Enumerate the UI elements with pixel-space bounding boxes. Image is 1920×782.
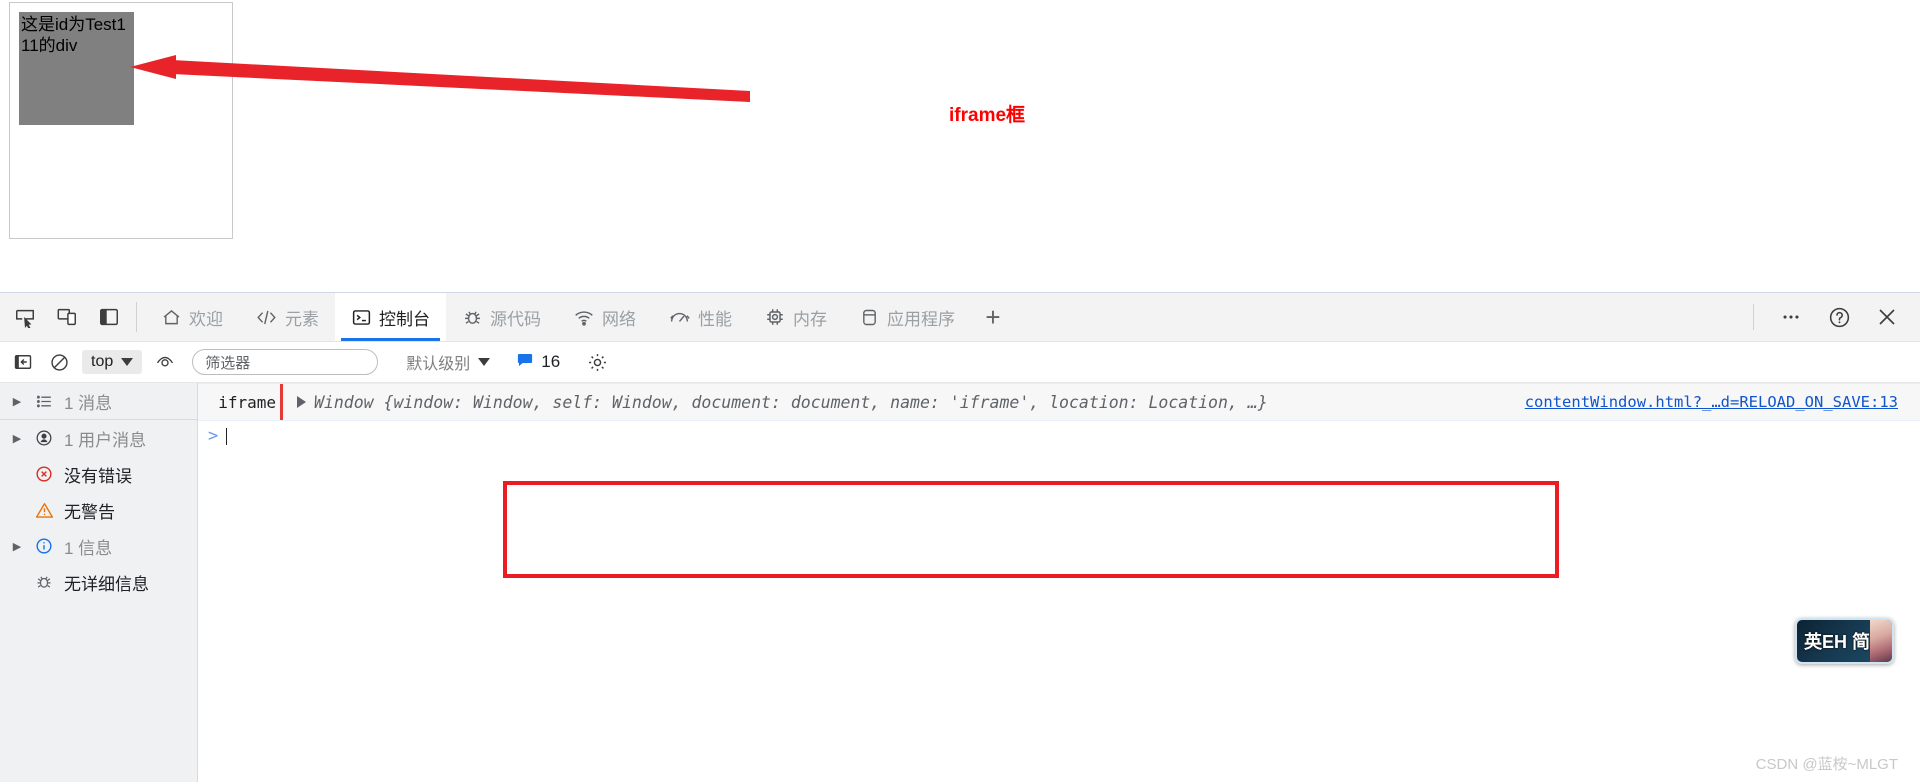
console-sidebar-toggle-icon[interactable] <box>10 349 36 375</box>
sidebar-item-label: 1 用户消息 <box>64 430 147 450</box>
console-sidebar: ▶ 1 消息 ▶ 1 用户消息 没有错误 无警告 ▶ 1 信息 无详细信息 <box>0 383 198 782</box>
disclosure-triangle-icon[interactable] <box>297 396 306 408</box>
tab-elements[interactable]: 元素 <box>239 293 335 341</box>
gear-icon[interactable] <box>584 349 610 375</box>
ime-indicator[interactable]: 英EH 简 <box>1795 618 1894 664</box>
list-icon <box>32 392 56 411</box>
gauge-icon <box>668 307 691 328</box>
devtools-tabbar: 欢迎 元素 控制台 源代码 网络 性能 内存 应用程序 + <box>0 293 1920 342</box>
object-class-name: Window <box>314 392 374 412</box>
source-location-link[interactable]: contentWindow.html?_…d=RELOAD_ON_SAVE:13 <box>1525 393 1898 411</box>
toolbar-divider <box>1753 304 1754 330</box>
tab-label: 元素 <box>285 309 319 329</box>
tab-label: 内存 <box>793 309 827 329</box>
console-toolbar: top 筛选器 默认级别 16 <box>0 342 1920 383</box>
object-properties-preview: {window: Window, self: Window, document:… <box>383 392 1268 412</box>
tab-sources[interactable]: 源代码 <box>446 293 557 341</box>
tab-performance[interactable]: 性能 <box>652 293 748 341</box>
rendered-page-area: 这是id为Test111的div iframe框 <box>0 0 1920 292</box>
message-bubble-icon <box>516 351 534 374</box>
tab-label: 控制台 <box>379 309 430 329</box>
message-count-badge[interactable]: 16 <box>516 351 560 374</box>
log-level-value: 默认级别 <box>406 356 471 373</box>
info-circle-icon <box>32 536 56 556</box>
test111-div: 这是id为Test111的div <box>19 12 134 125</box>
toolbar-divider <box>136 302 137 332</box>
text-cursor <box>226 427 228 445</box>
tab-welcome[interactable]: 欢迎 <box>145 293 239 341</box>
wifi-icon <box>573 307 595 328</box>
sidebar-item-verbose[interactable]: ▶ 无详细信息 <box>0 564 197 600</box>
tab-label: 源代码 <box>490 309 541 329</box>
execution-context-select[interactable]: top <box>82 350 143 374</box>
highlight-annotation-box <box>503 481 1559 578</box>
annotation-label: iframe框 <box>949 105 1026 126</box>
filter-input[interactable]: 筛选器 <box>192 349 379 375</box>
devtools-left-tools <box>0 293 132 341</box>
more-options-icon[interactable] <box>1776 302 1806 332</box>
log-level-select[interactable]: 默认级别 <box>406 350 491 374</box>
chevron-right-icon[interactable]: ▶ <box>10 432 24 445</box>
error-circle-icon <box>32 464 56 484</box>
close-devtools-icon[interactable] <box>1872 302 1902 332</box>
dock-panel-icon[interactable] <box>94 302 124 332</box>
console-terminal-icon <box>351 307 372 328</box>
help-icon[interactable] <box>1824 302 1854 332</box>
annotation-arrow-icon <box>130 55 750 102</box>
object-preview: Window {window: Window, self: Window, do… <box>314 393 1268 412</box>
devtools-right-tools <box>1753 293 1920 341</box>
chevron-down-icon <box>121 358 134 366</box>
chevron-down-icon <box>478 358 491 366</box>
prompt-caret-icon: > <box>208 426 219 446</box>
code-brackets-icon <box>255 307 278 328</box>
database-icon <box>859 307 880 328</box>
watermark: CSDN @蓝桉~MLGT <box>1755 756 1898 773</box>
memory-chip-icon <box>764 306 786 328</box>
iframe-frame: 这是id为Test111的div <box>9 2 233 239</box>
devtools-tabs: 欢迎 元素 控制台 源代码 网络 性能 内存 应用程序 + <box>145 293 1015 341</box>
console-body: ▶ 1 消息 ▶ 1 用户消息 没有错误 无警告 ▶ 1 信息 无详细信息 if… <box>0 383 1920 782</box>
sidebar-item-errors[interactable]: ▶ 没有错误 <box>0 456 197 492</box>
tab-application[interactable]: 应用程序 <box>843 293 971 341</box>
ime-thumbnail-icon <box>1870 620 1892 662</box>
eye-icon[interactable] <box>152 349 178 375</box>
message-count-value: 16 <box>541 352 561 371</box>
device-toolbar-icon[interactable] <box>52 302 82 332</box>
sidebar-item-warnings[interactable]: ▶ 无警告 <box>0 492 197 528</box>
console-output: iframe Window {window: Window, self: Win… <box>198 383 1920 782</box>
screen: 这是id为Test111的div iframe框 欢迎 元素 控制台 源代码 网… <box>0 0 1920 782</box>
sidebar-item-label: 无详细信息 <box>64 574 149 594</box>
sidebar-item-label: 1 信息 <box>64 538 113 558</box>
sidebar-item-label: 没有错误 <box>64 466 132 486</box>
sidebar-item-label: 无警告 <box>64 502 115 522</box>
tab-console[interactable]: 控制台 <box>335 293 446 341</box>
console-prompt[interactable]: > <box>198 421 1920 451</box>
devtools-panel: 欢迎 元素 控制台 源代码 网络 性能 内存 应用程序 + top 筛选器 默认… <box>0 292 1920 782</box>
chevron-right-icon[interactable]: ▶ <box>10 540 24 553</box>
tab-memory[interactable]: 内存 <box>748 293 843 341</box>
tab-label: 欢迎 <box>189 309 223 329</box>
home-icon <box>161 307 182 328</box>
clear-console-icon[interactable] <box>46 349 72 375</box>
tab-label: 应用程序 <box>887 309 955 329</box>
sidebar-item-user-messages[interactable]: ▶ 1 用户消息 <box>0 420 197 456</box>
message-content[interactable]: Window {window: Window, self: Window, do… <box>283 393 1268 412</box>
tab-label: 性能 <box>698 309 732 329</box>
tab-label: 网络 <box>602 309 636 329</box>
ime-mode-label: 英EH 简 <box>1804 632 1871 652</box>
user-message-icon <box>32 428 56 448</box>
message-origin-frame: iframe <box>218 392 276 412</box>
sidebar-item-info[interactable]: ▶ 1 信息 <box>0 528 197 564</box>
add-panel-button[interactable]: + <box>971 293 1015 341</box>
bug-icon <box>32 572 56 592</box>
inspect-element-icon[interactable] <box>10 302 40 332</box>
warning-triangle-icon <box>32 500 56 521</box>
tab-network[interactable]: 网络 <box>557 293 652 341</box>
bug-icon <box>462 307 483 328</box>
console-message-row[interactable]: iframe Window {window: Window, self: Win… <box>198 383 1920 421</box>
chevron-right-icon[interactable]: ▶ <box>10 395 24 408</box>
sidebar-item-label: 1 消息 <box>64 393 113 413</box>
execution-context-value: top <box>91 353 114 370</box>
sidebar-item-messages[interactable]: ▶ 1 消息 <box>0 383 197 420</box>
